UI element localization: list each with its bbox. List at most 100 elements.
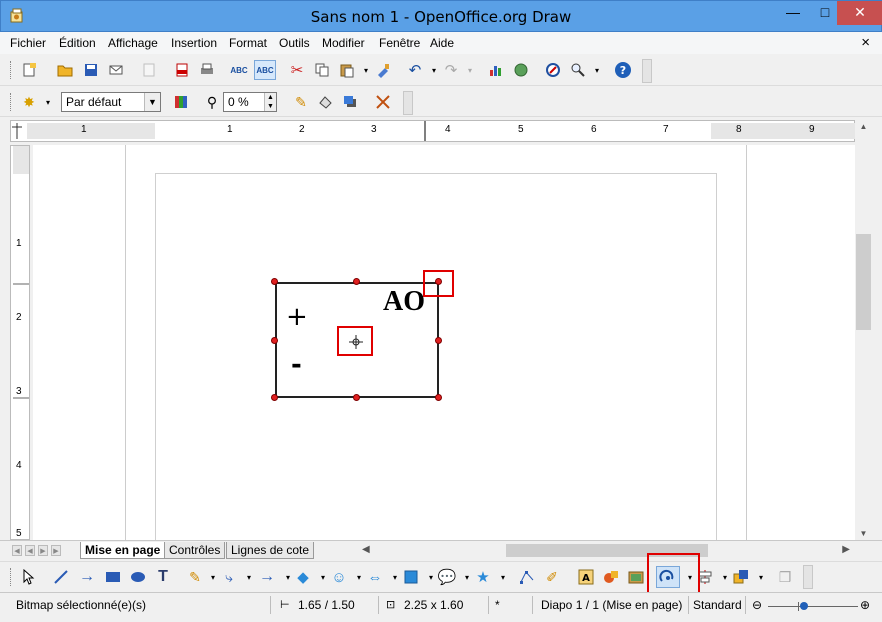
zoom-out-icon[interactable]: ⊖ [752, 598, 762, 612]
scroll-up-icon[interactable]: ▲ [855, 122, 872, 131]
select-arrow-icon[interactable] [20, 568, 38, 586]
flowchart-icon[interactable] [402, 568, 420, 586]
arrange-dropdown-icon[interactable]: ▾ [752, 568, 770, 586]
rectangle-tool-icon[interactable] [104, 568, 122, 586]
resize-handle[interactable] [271, 337, 278, 344]
export-pdf-icon[interactable] [173, 61, 191, 79]
autospellcheck-icon[interactable]: ABC [254, 60, 276, 80]
symbol-shapes-icon[interactable]: ☺ [330, 568, 348, 586]
spinner-arrows-icon[interactable]: ▲ ▼ [264, 93, 276, 111]
spellcheck-icon[interactable]: ABC [230, 61, 248, 79]
resize-handle[interactable] [435, 337, 442, 344]
toolbar-grip[interactable] [10, 61, 13, 79]
scroll-left-icon[interactable]: ◀ [362, 544, 370, 555]
menu-outils[interactable]: Outils [279, 36, 310, 50]
stars-dropdown-icon[interactable]: ▾ [494, 568, 512, 586]
lines-arrows-icon[interactable]: → [258, 568, 276, 586]
copy-icon[interactable] [313, 61, 331, 79]
glue-points-icon[interactable]: ✐ [543, 568, 561, 586]
crop-tool-icon[interactable] [374, 93, 392, 111]
toolbar-overflow-icon[interactable] [803, 565, 813, 589]
help-icon[interactable]: ? [614, 61, 632, 79]
chevron-down-icon[interactable]: ▼ [144, 93, 160, 111]
points-edit-icon[interactable] [518, 568, 536, 586]
resize-handle[interactable] [435, 394, 442, 401]
close-document-icon[interactable]: × [861, 34, 870, 51]
menu-insertion[interactable]: Insertion [171, 36, 217, 50]
curve-tool-icon[interactable]: ✎ [186, 568, 204, 586]
toolbar-overflow-icon[interactable] [642, 59, 652, 83]
shadow-icon[interactable] [341, 93, 359, 111]
connector-tool-icon[interactable]: ⤷ [220, 568, 238, 586]
toolbar-grip[interactable] [10, 93, 13, 111]
stars-icon[interactable]: ★ [474, 568, 492, 586]
tab-mise-en-page[interactable]: Mise en page [80, 542, 166, 559]
menu-edition[interactable]: Édition [59, 36, 96, 50]
redo-dropdown-icon[interactable]: ▾ [461, 61, 479, 79]
minimize-button[interactable]: — [777, 1, 809, 25]
tab-lignes-de-cote[interactable]: Lignes de cote [226, 542, 315, 559]
email-icon[interactable] [107, 61, 125, 79]
vertical-scrollbar[interactable]: ▲ ▼ [855, 120, 872, 540]
ellipse-tool-icon[interactable] [129, 568, 147, 586]
open-folder-icon[interactable] [56, 61, 74, 79]
gallery-icon[interactable] [512, 61, 530, 79]
line-pen-icon[interactable]: ✎ [292, 93, 310, 111]
toolbar-overflow-icon[interactable] [403, 91, 413, 115]
first-tab-icon[interactable]: ◀ [12, 545, 22, 556]
close-button[interactable]: ✕ [837, 1, 882, 25]
save-icon[interactable] [82, 61, 100, 79]
scroll-right-icon[interactable]: ▶ [842, 544, 850, 555]
last-tab-icon[interactable]: ▶ [51, 545, 61, 556]
scroll-down-icon[interactable]: ▼ [855, 529, 872, 538]
resize-handle[interactable] [271, 394, 278, 401]
basic-shapes-icon[interactable]: ◆ [294, 568, 312, 586]
line-tool-icon[interactable] [52, 568, 70, 586]
style-select[interactable]: Par défaut ▼ [61, 92, 161, 112]
resize-handle[interactable] [271, 278, 278, 285]
zoom-thumb[interactable] [800, 602, 808, 610]
gallery-image-icon[interactable] [627, 568, 645, 586]
tab-controles[interactable]: Contrôles [164, 542, 226, 559]
paste-icon[interactable] [338, 61, 356, 79]
wand-dropdown-icon[interactable]: ▾ [39, 93, 57, 111]
menu-fichier[interactable]: Fichier [10, 36, 46, 50]
horizontal-ruler[interactable]: 1 1 2 3 4 5 6 7 8 9 [10, 120, 856, 142]
navigator-icon[interactable] [544, 61, 562, 79]
callouts-icon[interactable]: 💬 [438, 568, 457, 586]
zoom-dropdown-icon[interactable]: ▾ [588, 61, 606, 79]
undo-icon[interactable]: ↶ [406, 61, 424, 79]
extrusion-icon[interactable]: ❒ [776, 568, 794, 586]
print-icon[interactable] [198, 61, 216, 79]
vertical-ruler[interactable]: 1 2 3 4 5 [10, 145, 30, 540]
menu-affichage[interactable]: Affichage [108, 36, 158, 50]
edit-file-icon[interactable] [140, 61, 158, 79]
menu-aide[interactable]: Aide [430, 36, 454, 50]
undo-dropdown-icon[interactable]: ▾ [425, 61, 443, 79]
zoom-in-icon[interactable]: ⊕ [860, 598, 870, 612]
clone-format-icon[interactable] [374, 61, 392, 79]
menu-fenetre[interactable]: Fenêtre [379, 36, 420, 50]
toolbar-grip[interactable] [10, 568, 13, 586]
zoom-icon[interactable] [569, 61, 587, 79]
scrollbar-thumb[interactable] [856, 234, 871, 330]
transparency-spinner[interactable]: 0 % ▲ ▼ [223, 92, 277, 112]
new-document-icon[interactable] [20, 61, 38, 79]
fontwork-icon[interactable]: A [577, 568, 595, 586]
prev-tab-icon[interactable]: ◀ [25, 545, 35, 556]
arrow-line-icon[interactable]: → [78, 568, 96, 586]
horizontal-scrollbar[interactable]: ◀ ▶ [358, 543, 852, 558]
next-tab-icon[interactable]: ▶ [38, 545, 48, 556]
area-color-icon[interactable] [172, 93, 190, 111]
connector-dropdown-icon[interactable]: ▾ [240, 568, 258, 586]
arrange-icon[interactable] [732, 568, 750, 586]
paste-dropdown-icon[interactable]: ▾ [357, 61, 375, 79]
resize-handle[interactable] [353, 278, 360, 285]
redo-icon[interactable]: ↷ [442, 61, 460, 79]
zoom-slider[interactable]: ⊖ ⊕ [752, 598, 870, 614]
chart-icon[interactable] [487, 61, 505, 79]
block-arrows-icon[interactable]: ⇔ [366, 568, 384, 586]
cut-icon[interactable]: ✂ [288, 61, 306, 79]
fill-bucket-icon[interactable] [316, 93, 334, 111]
menu-modifier[interactable]: Modifier [322, 36, 365, 50]
